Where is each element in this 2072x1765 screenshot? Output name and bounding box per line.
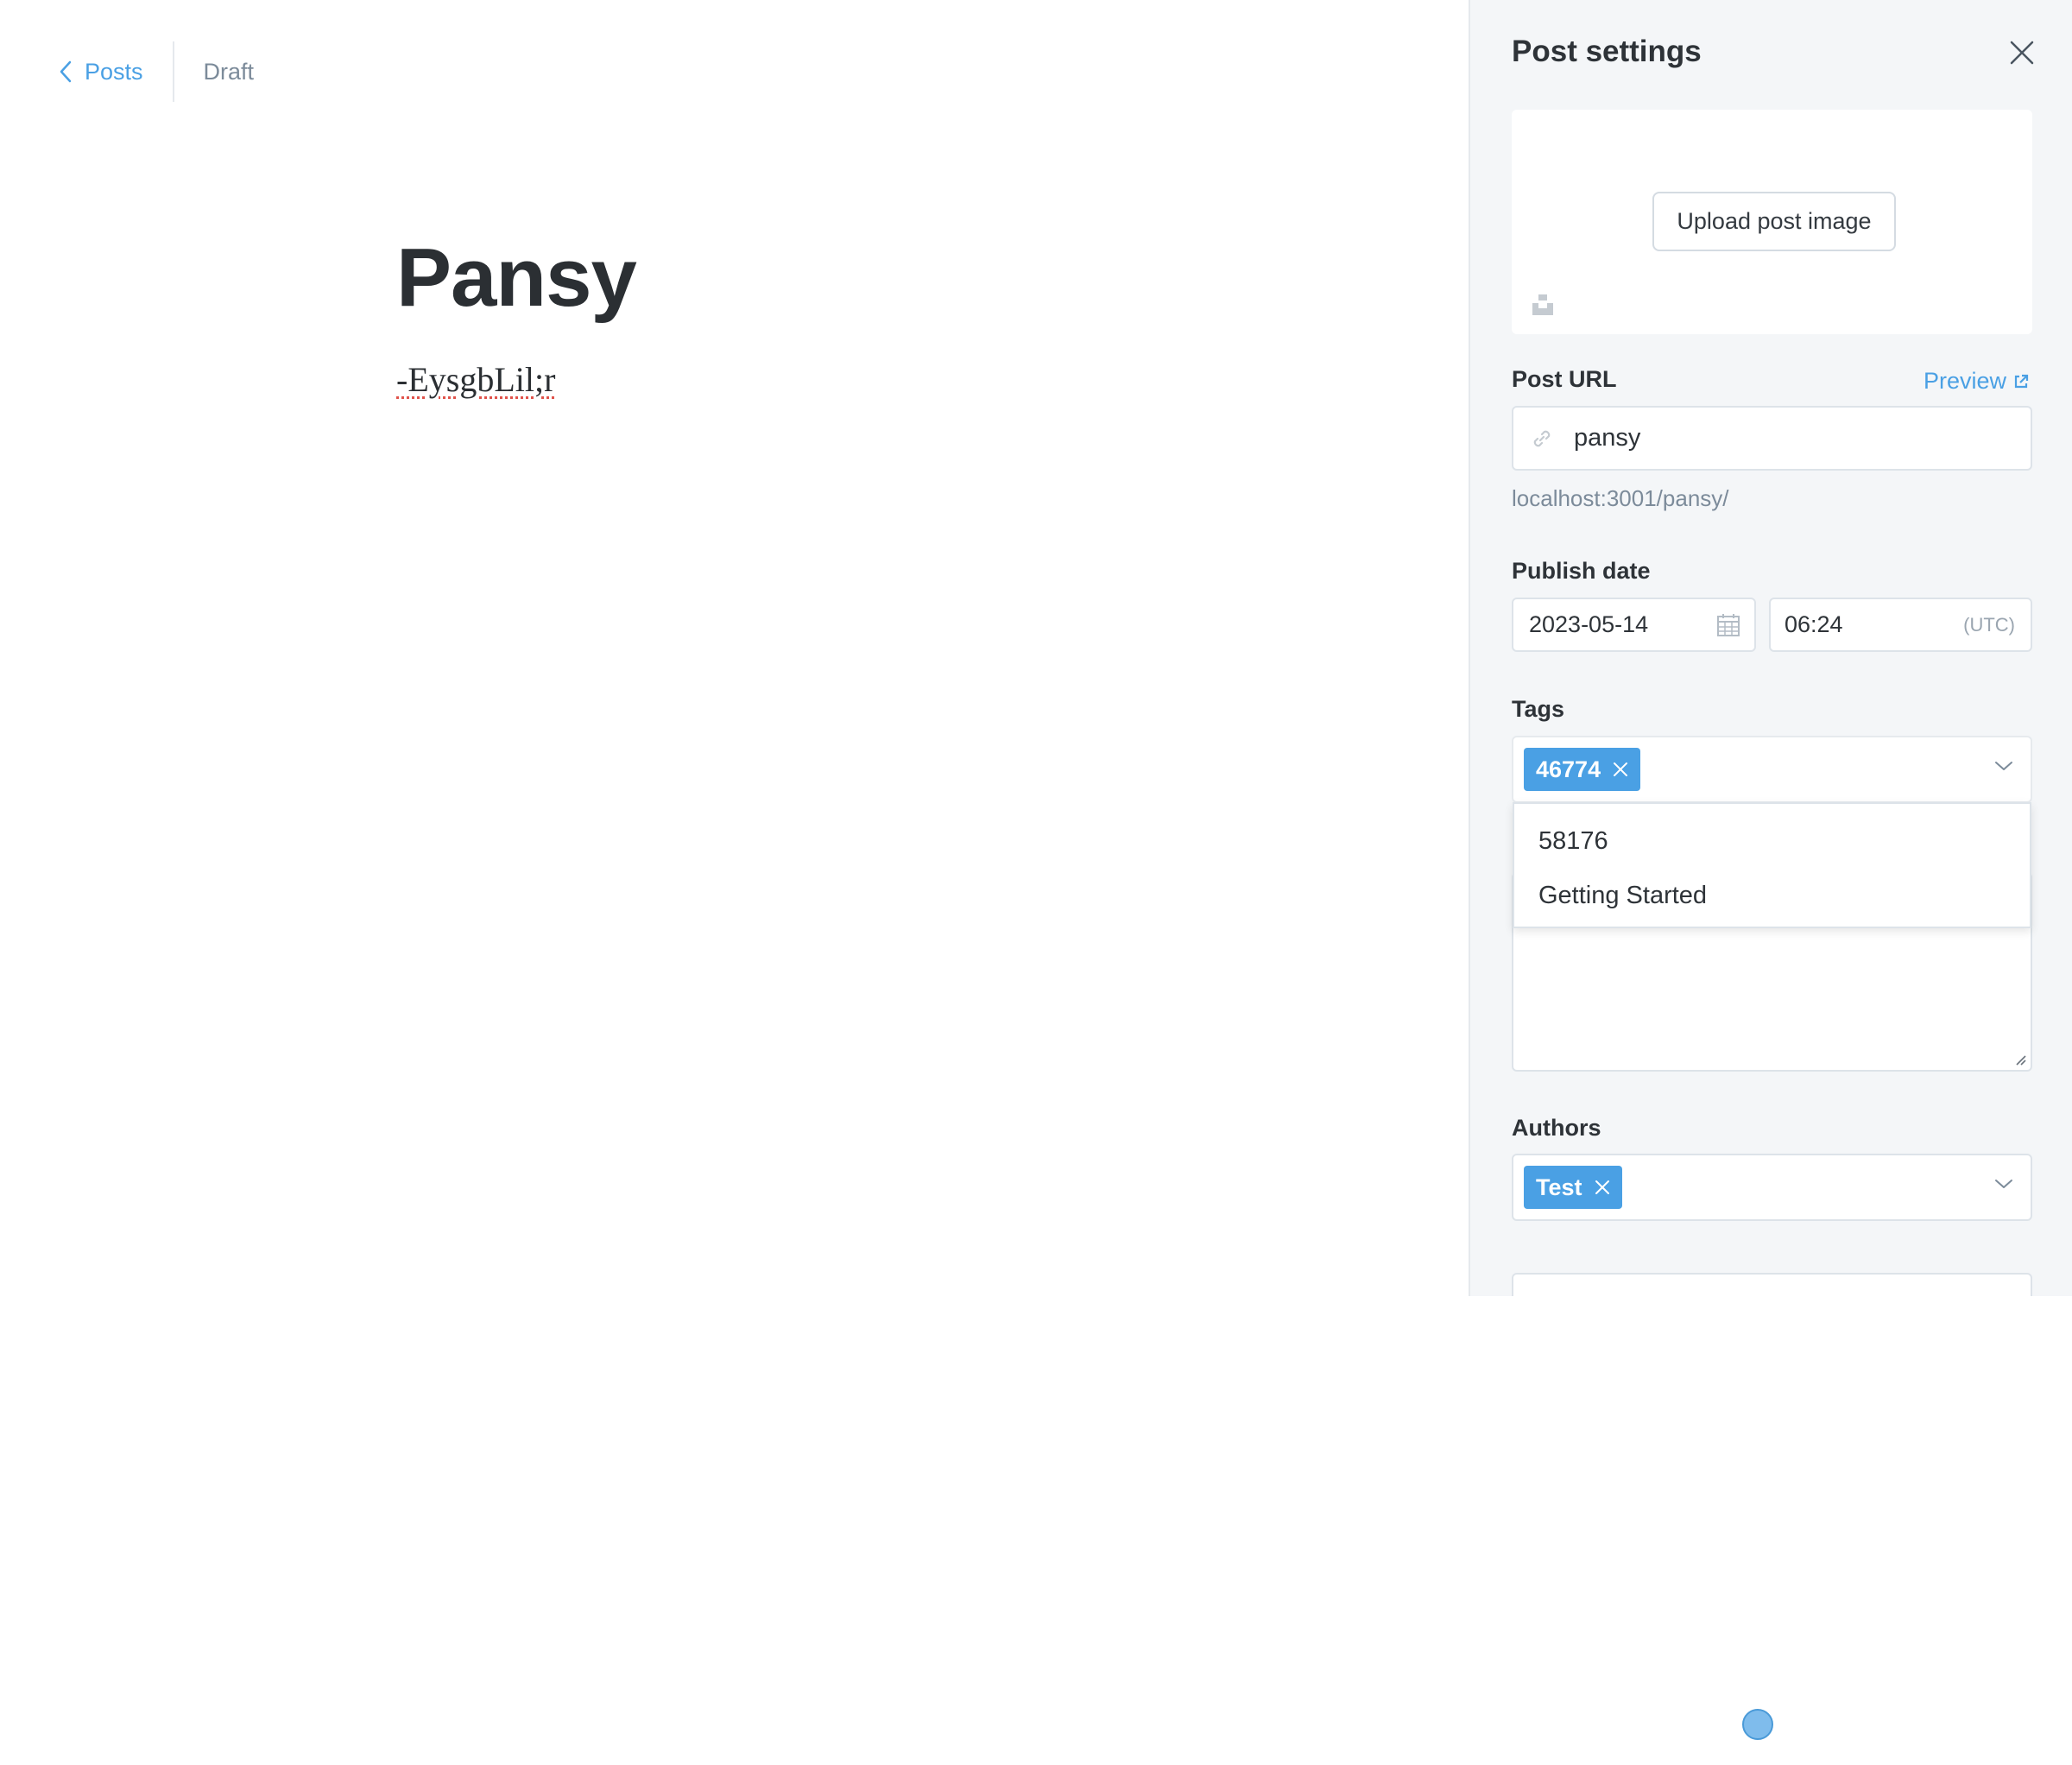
chevron-left-icon [60, 60, 72, 83]
tag-token[interactable]: 46774 [1524, 748, 1641, 791]
tags-label: Tags [1512, 696, 1565, 722]
tag-token-label: 46774 [1536, 756, 1601, 782]
resize-handle-icon[interactable] [2013, 1053, 2027, 1066]
tags-dropdown: 58176 Getting Started [1513, 802, 2031, 928]
calendar-icon[interactable] [1716, 613, 1740, 637]
post-image-dropzone[interactable]: Upload post image [1512, 110, 2032, 334]
tags-select[interactable]: 46774 [1512, 736, 2032, 803]
preview-link-label: Preview [1924, 368, 2007, 394]
editor-pane: Posts Draft Pansy -EysgbLil;r [0, 0, 1469, 1296]
publish-date-label: Publish date [1512, 558, 1651, 584]
post-url-label: Post URL [1512, 366, 1617, 392]
preview-link[interactable]: Preview [1924, 368, 2029, 395]
publish-time-input[interactable]: 06:24 (UTC) [1769, 598, 2032, 652]
mouse-cursor-indicator [1742, 1709, 1773, 1740]
post-url-field[interactable] [1512, 406, 2032, 471]
upload-post-image-button[interactable]: Upload post image [1652, 192, 1896, 251]
chevron-down-icon[interactable] [1994, 760, 2013, 772]
back-to-posts-link[interactable]: Posts [59, 59, 173, 85]
chevron-down-icon[interactable] [1994, 1178, 2013, 1190]
post-body[interactable]: -EysgbLil;r [396, 356, 555, 404]
post-body-text: -EysgbLil;r [396, 360, 556, 399]
timezone-label: (UTC) [1963, 613, 2015, 636]
author-token[interactable]: Test [1524, 1166, 1622, 1209]
publish-date-input[interactable]: 2023-05-14 [1512, 598, 1756, 652]
post-settings-panel: Post settings Upload post image Post URL… [1469, 0, 2072, 1296]
token-remove-icon[interactable] [1595, 1180, 1610, 1195]
publish-time-value: 06:24 [1785, 611, 1843, 637]
tag-option[interactable]: Getting Started [1514, 869, 2030, 923]
back-link-label: Posts [85, 58, 143, 85]
post-title[interactable]: Pansy [396, 226, 637, 330]
close-icon[interactable] [2009, 40, 2035, 66]
authors-label: Authors [1512, 1115, 1601, 1141]
link-icon [1533, 430, 1551, 446]
author-token-label: Test [1536, 1174, 1582, 1200]
post-status: Draft [203, 58, 255, 85]
editor-topbar: Posts Draft [59, 41, 254, 102]
external-link-icon [2014, 374, 2029, 388]
tag-option[interactable]: 58176 [1514, 814, 2030, 869]
publish-date-value: 2023-05-14 [1529, 611, 1649, 637]
unsplash-icon[interactable] [1531, 293, 1555, 317]
token-remove-icon[interactable] [1613, 762, 1628, 777]
divider [172, 41, 174, 102]
authors-select[interactable]: Test [1512, 1154, 2032, 1221]
next-settings-field[interactable] [1512, 1273, 2032, 1296]
post-url-input[interactable] [1572, 423, 1987, 453]
post-url-hint: localhost:3001/pansy/ [1512, 485, 1729, 511]
settings-title: Post settings [1512, 35, 1702, 68]
